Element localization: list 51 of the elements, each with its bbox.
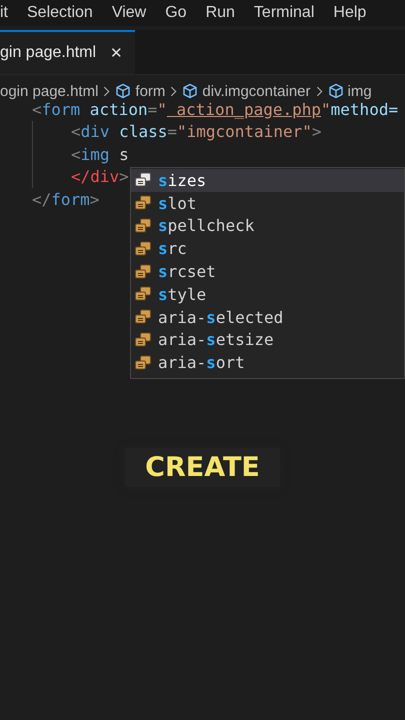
property-icon: [134, 240, 152, 257]
suggestion-item[interactable]: s rcset: [131, 260, 404, 283]
property-icon: [134, 195, 152, 212]
property-icon: [134, 354, 152, 371]
suggestion-label: aria-selected: [158, 308, 284, 327]
suggestion-item[interactable]: s rc: [131, 237, 404, 260]
property-icon: [134, 332, 152, 348]
suggestion-label: aria-sort: [158, 353, 245, 372]
menu-item[interactable]: Terminal: [254, 4, 314, 22]
code-line: <img s: [71, 144, 129, 164]
property-icon: [134, 172, 152, 188]
chevron-icon: [170, 86, 178, 96]
menu-item[interactable]: Selection: [27, 4, 93, 22]
suggestion-item[interactable]: style: [131, 282, 404, 306]
menu-item[interactable]: Help: [333, 4, 366, 22]
menu-item[interactable]: Go: [165, 4, 187, 22]
property-icon: [134, 309, 152, 326]
cube-icon: [328, 83, 344, 99]
suggestion-label: style: [158, 284, 206, 304]
suggestion-label: spellcheck: [158, 216, 254, 236]
suggestion-label: sizes: [158, 170, 206, 190]
video-caption: CREATE: [125, 448, 280, 487]
breadcrumb-item[interactable]: form: [135, 82, 166, 100]
suggestion-item[interactable]: sizes: [131, 169, 404, 192]
menu-item[interactable]: it: [0, 4, 8, 22]
code-line: <form action=" action_page.php"method=: [32, 100, 398, 119]
cube-icon: [115, 83, 132, 99]
breadcrumb-item[interactable]: img: [348, 82, 372, 100]
menu-item[interactable]: Run: [206, 4, 235, 22]
code-line: <div class="imgcontainer">: [71, 122, 322, 142]
suggestion-item[interactable]: aria-sort: [131, 351, 404, 374]
suggestion-label: s rcset: [158, 262, 216, 282]
property-icon: [134, 286, 152, 302]
code-line: </div>: [71, 167, 129, 186]
breadcrumb-item[interactable]: div.imgcontainer: [202, 82, 311, 100]
property-icon: [134, 264, 152, 280]
suggestion-item[interactable]: aria-selected: [131, 306, 404, 329]
suggestion-item[interactable]: aria-setsize: [131, 328, 404, 352]
editor-tab[interactable]: gin page.html ✕: [0, 30, 136, 74]
chevron-icon: [316, 86, 323, 96]
suggestion-label: slot: [158, 194, 197, 213]
suggestion-item[interactable]: spellcheck: [131, 214, 404, 238]
code-line: </form>: [32, 190, 100, 209]
suggestion-label: aria-setsize: [158, 330, 274, 350]
suggestion-label: s rc: [158, 239, 187, 258]
menu-item[interactable]: View: [112, 4, 146, 22]
suggestion-item[interactable]: slot: [131, 192, 404, 215]
breadcrumb-item[interactable]: ogin page.html: [0, 82, 98, 100]
chevron-icon: [103, 86, 110, 96]
property-icon: [134, 218, 152, 234]
cube-icon: [182, 83, 198, 99]
